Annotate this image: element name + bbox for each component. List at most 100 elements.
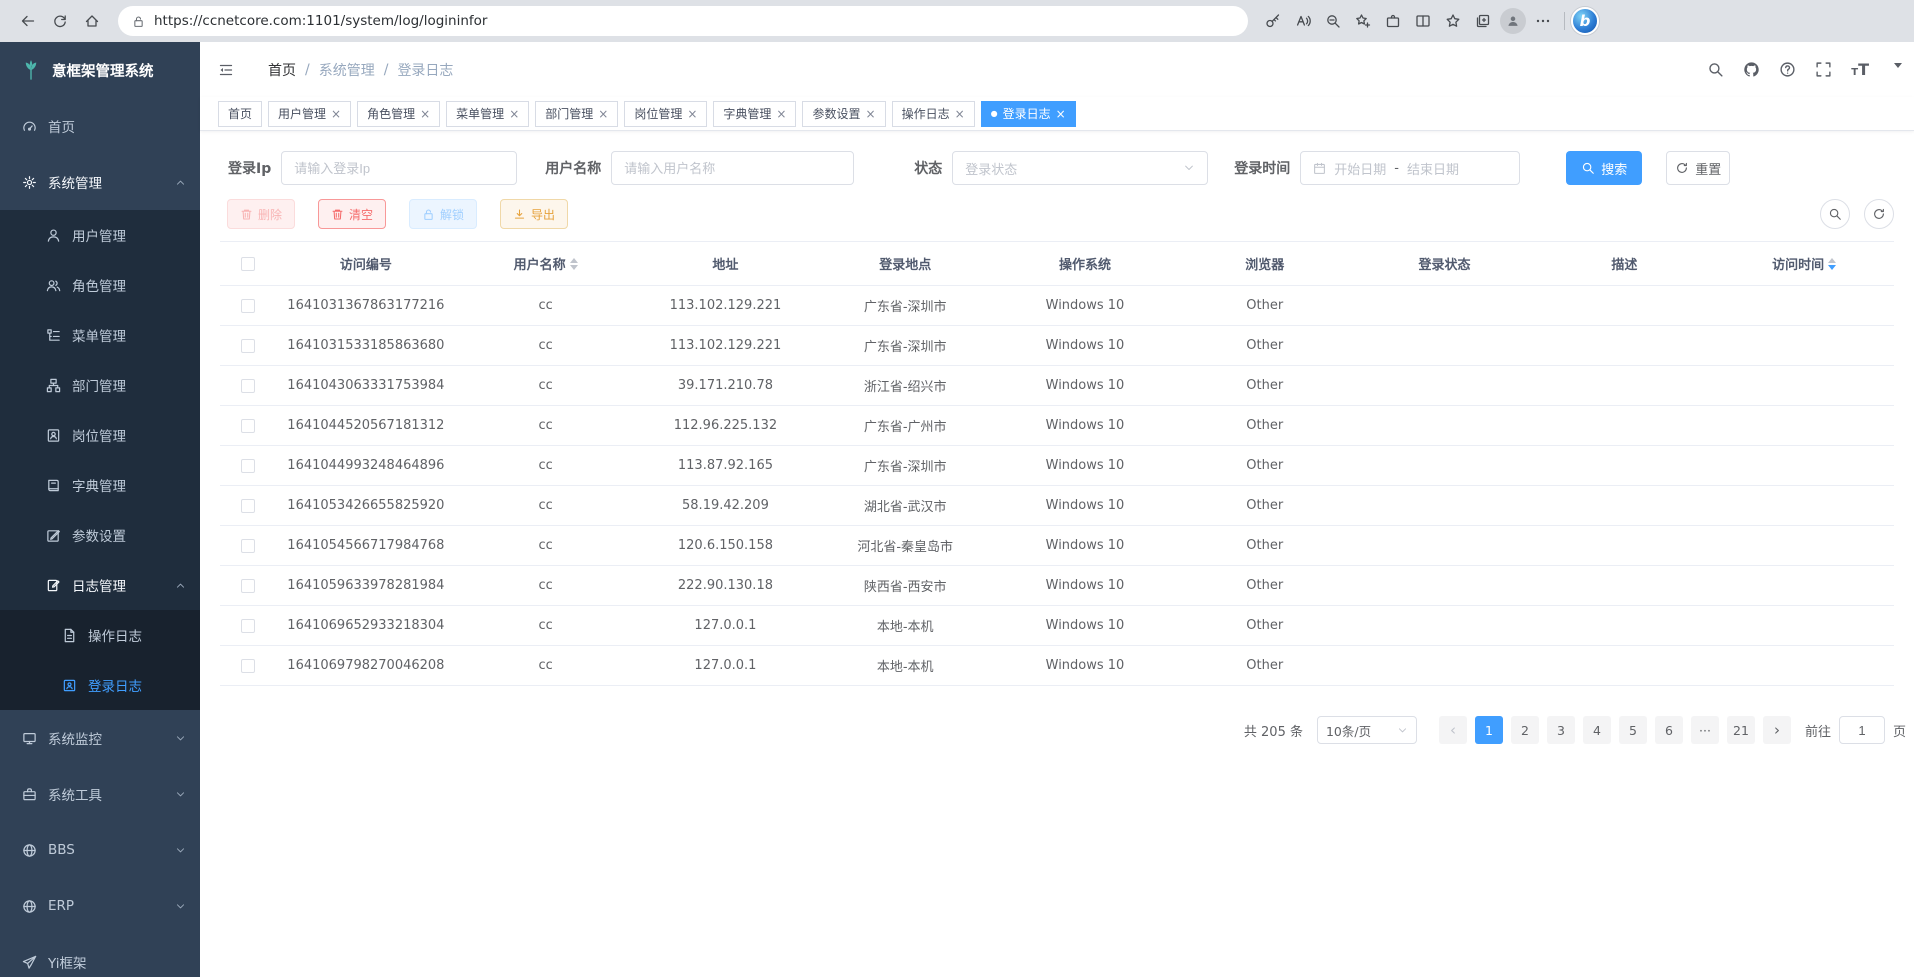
row-checkbox[interactable] (241, 459, 255, 473)
close-icon[interactable]: × (420, 107, 430, 121)
page-tab[interactable]: 首页 (218, 101, 262, 127)
start-date-placeholder[interactable]: 开始日期 (1334, 159, 1386, 178)
sidebar-item[interactable]: ERP (0, 878, 200, 934)
zoom-out-icon[interactable] (1318, 6, 1348, 36)
tab-label[interactable]: 岗位管理 (634, 105, 682, 122)
clear-button[interactable]: 清空 (318, 199, 386, 229)
url-bar[interactable]: https://ccnetcore.com:1101/system/log/lo… (118, 6, 1248, 36)
split-screen-icon[interactable] (1408, 6, 1438, 36)
row-checkbox[interactable] (241, 379, 255, 393)
favorite-add-icon[interactable] (1348, 6, 1378, 36)
page-tab[interactable]: 参数设置 × (802, 101, 885, 127)
tab-label[interactable]: 参数设置 (812, 105, 860, 122)
sort-desc-icon[interactable] (1828, 265, 1836, 270)
page-tab[interactable]: 部门管理 × (535, 101, 618, 127)
page-tab[interactable]: 字典管理 × (713, 101, 796, 127)
page-tab[interactable]: 操作日志 × (892, 101, 975, 127)
sidebar-item[interactable]: 部门管理 (0, 360, 200, 410)
copilot-icon[interactable]: b (1571, 7, 1599, 35)
close-icon[interactable]: × (687, 107, 697, 121)
table-row[interactable]: 1641054566717984768 cc 120.6.150.158 河北省… (220, 526, 1894, 566)
row-checkbox[interactable] (241, 419, 255, 433)
close-icon[interactable]: × (509, 107, 519, 121)
tab-label[interactable]: 部门管理 (545, 105, 593, 122)
table-row[interactable]: 1641053426655825920 cc 58.19.42.209 湖北省-… (220, 486, 1894, 526)
table-row[interactable]: 1641031533185863680 cc 113.102.129.221 广… (220, 326, 1894, 366)
table-row[interactable]: 1641044993248464896 cc 113.87.92.165 广东省… (220, 446, 1894, 486)
export-button[interactable]: 导出 (500, 199, 568, 229)
page-size-select[interactable]: 10条/页 (1317, 716, 1417, 744)
row-checkbox[interactable] (241, 579, 255, 593)
read-aloud-icon[interactable] (1288, 6, 1318, 36)
breadcrumb-item[interactable]: / 系统管理 (296, 60, 375, 80)
page-number-button[interactable]: 4 (1583, 716, 1611, 744)
status-select[interactable]: 登录状态 (952, 151, 1208, 185)
sidebar-item[interactable]: 操作日志 (0, 610, 200, 660)
row-checkbox[interactable] (241, 339, 255, 353)
page-number-button[interactable]: 3 (1547, 716, 1575, 744)
close-icon[interactable]: × (866, 107, 876, 121)
tab-label[interactable]: 登录日志 (1003, 105, 1051, 122)
next-page-button[interactable]: › (1763, 716, 1791, 744)
home-icon[interactable] (76, 5, 108, 37)
page-tab[interactable]: 用户管理 × (268, 101, 351, 127)
font-size-icon[interactable]: TT (1851, 62, 1869, 78)
close-icon[interactable]: × (955, 107, 965, 121)
table-row[interactable]: 1641031367863177216 cc 113.102.129.221 广… (220, 286, 1894, 326)
page-number-button[interactable]: 21 (1727, 716, 1755, 744)
row-checkbox[interactable] (241, 499, 255, 513)
question-icon[interactable] (1779, 61, 1796, 78)
breadcrumb-item[interactable]: / 登录日志 (375, 60, 454, 80)
tab-label[interactable]: 字典管理 (723, 105, 771, 122)
sidebar-item[interactable]: 角色管理 (0, 260, 200, 310)
sidebar-item[interactable]: BBS (0, 822, 200, 878)
sidebar-item[interactable]: 系统监控 (0, 710, 200, 766)
sidebar-item[interactable]: 参数设置 (0, 510, 200, 560)
tab-label[interactable]: 菜单管理 (456, 105, 504, 122)
reset-button[interactable]: 重置 (1666, 151, 1730, 185)
favorites-icon[interactable] (1438, 6, 1468, 36)
url-text[interactable]: https://ccnetcore.com:1101/system/log/lo… (154, 13, 487, 29)
sidebar-item[interactable]: 字典管理 (0, 460, 200, 510)
collapse-sidebar-icon[interactable] (218, 62, 234, 78)
sort-carets[interactable] (570, 258, 578, 270)
reload-icon[interactable] (44, 5, 76, 37)
sort-desc-icon[interactable] (570, 265, 578, 270)
key-icon[interactable] (1258, 6, 1288, 36)
select-all-checkbox[interactable] (241, 257, 255, 271)
row-checkbox[interactable] (241, 619, 255, 633)
tab-label[interactable]: 用户管理 (278, 105, 326, 122)
collections-icon[interactable] (1468, 6, 1498, 36)
sidebar-item[interactable]: 岗位管理 (0, 410, 200, 460)
page-number-button[interactable]: 1 (1475, 716, 1503, 744)
page-tab[interactable]: ● 登录日志 × (981, 101, 1076, 127)
show-search-button[interactable] (1820, 199, 1850, 229)
end-date-placeholder[interactable]: 结束日期 (1407, 159, 1459, 178)
sidebar-item[interactable]: 用户管理 (0, 210, 200, 260)
close-icon[interactable]: × (1056, 107, 1066, 121)
table-row[interactable]: 1641044520567181312 cc 112.96.225.132 广东… (220, 406, 1894, 446)
page-number-button[interactable]: ··· (1691, 716, 1719, 744)
sidebar-item[interactable]: Yi框架 (0, 934, 200, 977)
login-ip-input[interactable] (281, 151, 517, 185)
tab-label[interactable]: 角色管理 (367, 105, 415, 122)
close-icon[interactable]: × (776, 107, 786, 121)
fullscreen-icon[interactable] (1815, 61, 1832, 78)
user-name-input[interactable] (611, 151, 854, 185)
sidebar-item[interactable]: 系统工具 (0, 766, 200, 822)
sidebar-item[interactable]: 菜单管理 (0, 310, 200, 360)
tab-label[interactable]: 操作日志 (902, 105, 950, 122)
more-icon[interactable] (1528, 6, 1558, 36)
table-row[interactable]: 1641069652933218304 cc 127.0.0.1 本地-本机 W… (220, 606, 1894, 646)
extensions-icon[interactable] (1378, 6, 1408, 36)
page-number-button[interactable]: 5 (1619, 716, 1647, 744)
sidebar-item[interactable]: 首页 (0, 98, 200, 154)
goto-page-input[interactable] (1839, 716, 1885, 744)
tab-label[interactable]: 首页 (228, 105, 252, 122)
row-checkbox[interactable] (241, 659, 255, 673)
close-icon[interactable]: × (598, 107, 608, 121)
sidebar-item[interactable]: 日志管理 (0, 560, 200, 610)
page-number-button[interactable]: 2 (1511, 716, 1539, 744)
sort-carets[interactable] (1828, 258, 1836, 270)
back-icon[interactable] (12, 5, 44, 37)
